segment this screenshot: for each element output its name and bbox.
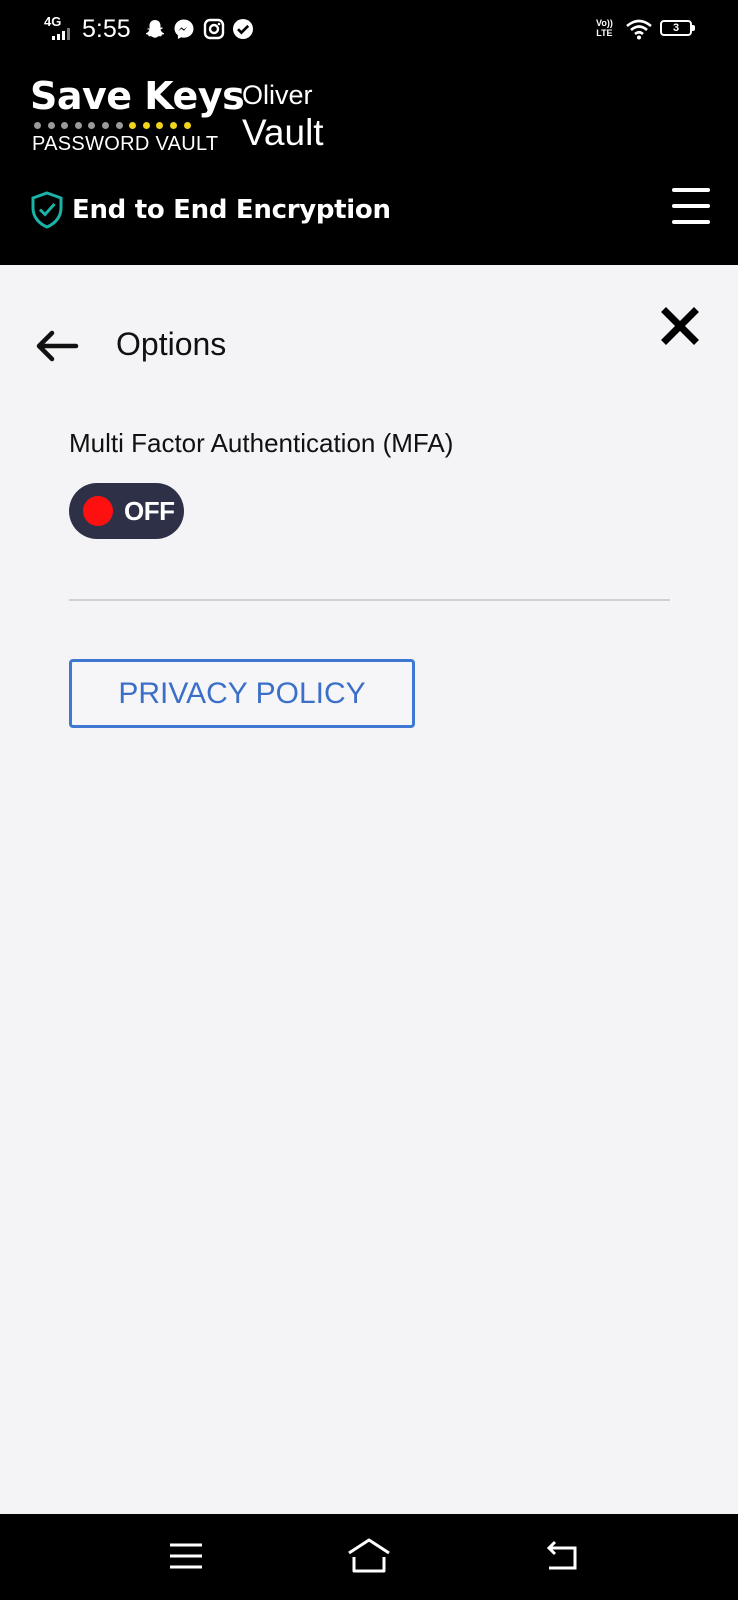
signal-icon bbox=[52, 28, 70, 40]
network-type: 4G bbox=[44, 14, 62, 29]
mfa-label: Multi Factor Authentication (MFA) bbox=[69, 428, 454, 458]
logo-dot bbox=[74, 122, 82, 129]
status-bar: 4G 5:55 Vo)) LTE 3 bbox=[0, 0, 738, 56]
instagram-icon bbox=[203, 18, 225, 40]
clock: 5:55 bbox=[82, 15, 131, 43]
volte-line-1: Vo)) bbox=[596, 18, 613, 28]
hamburger-menu-icon[interactable] bbox=[668, 186, 714, 228]
volte-indicator: Vo)) LTE bbox=[596, 18, 613, 38]
logo-dot bbox=[142, 122, 150, 129]
logo-dot bbox=[115, 122, 123, 129]
wifi-icon bbox=[626, 19, 652, 40]
logo-dot bbox=[183, 122, 191, 129]
check-circle-icon bbox=[233, 19, 253, 39]
app-header: Save Keys PASSWORD VAULT Oliver Vault En… bbox=[0, 56, 738, 265]
logo-dots bbox=[34, 122, 191, 129]
shield-check-icon bbox=[31, 191, 63, 229]
logo-dot bbox=[156, 122, 164, 129]
close-icon[interactable] bbox=[660, 306, 700, 346]
arrow-left-icon[interactable] bbox=[34, 326, 80, 366]
logo-dot bbox=[47, 122, 55, 129]
owner-name: Oliver bbox=[242, 80, 313, 110]
logo-dot bbox=[61, 122, 69, 129]
mfa-toggle[interactable]: OFF bbox=[69, 483, 184, 539]
logo-title: Save Keys bbox=[30, 74, 245, 118]
logo-dot bbox=[129, 122, 137, 129]
home-icon[interactable] bbox=[347, 1536, 391, 1576]
encryption-label: End to End Encryption bbox=[72, 195, 391, 225]
section-divider bbox=[69, 599, 670, 601]
logo-dot bbox=[101, 122, 109, 129]
logo-dot bbox=[169, 122, 177, 129]
page-title: Options bbox=[116, 326, 227, 362]
battery-indicator: 3 bbox=[660, 20, 695, 36]
back-nav-icon[interactable] bbox=[541, 1536, 585, 1576]
toggle-knob bbox=[83, 496, 113, 526]
logo-dot bbox=[88, 122, 96, 129]
encryption-badge: End to End Encryption bbox=[30, 190, 391, 230]
volte-line-2: LTE bbox=[596, 28, 613, 38]
privacy-policy-button[interactable]: PRIVACY POLICY bbox=[69, 659, 415, 728]
mfa-toggle-state: OFF bbox=[124, 496, 175, 526]
vault-name: Vault bbox=[242, 112, 324, 153]
recent-apps-icon[interactable] bbox=[164, 1536, 208, 1576]
logo-subtitle: PASSWORD VAULT bbox=[32, 133, 219, 155]
system-nav-bar bbox=[0, 1514, 738, 1600]
logo-dot bbox=[34, 122, 41, 129]
snapchat-icon bbox=[145, 20, 165, 38]
messenger-icon bbox=[174, 19, 194, 39]
